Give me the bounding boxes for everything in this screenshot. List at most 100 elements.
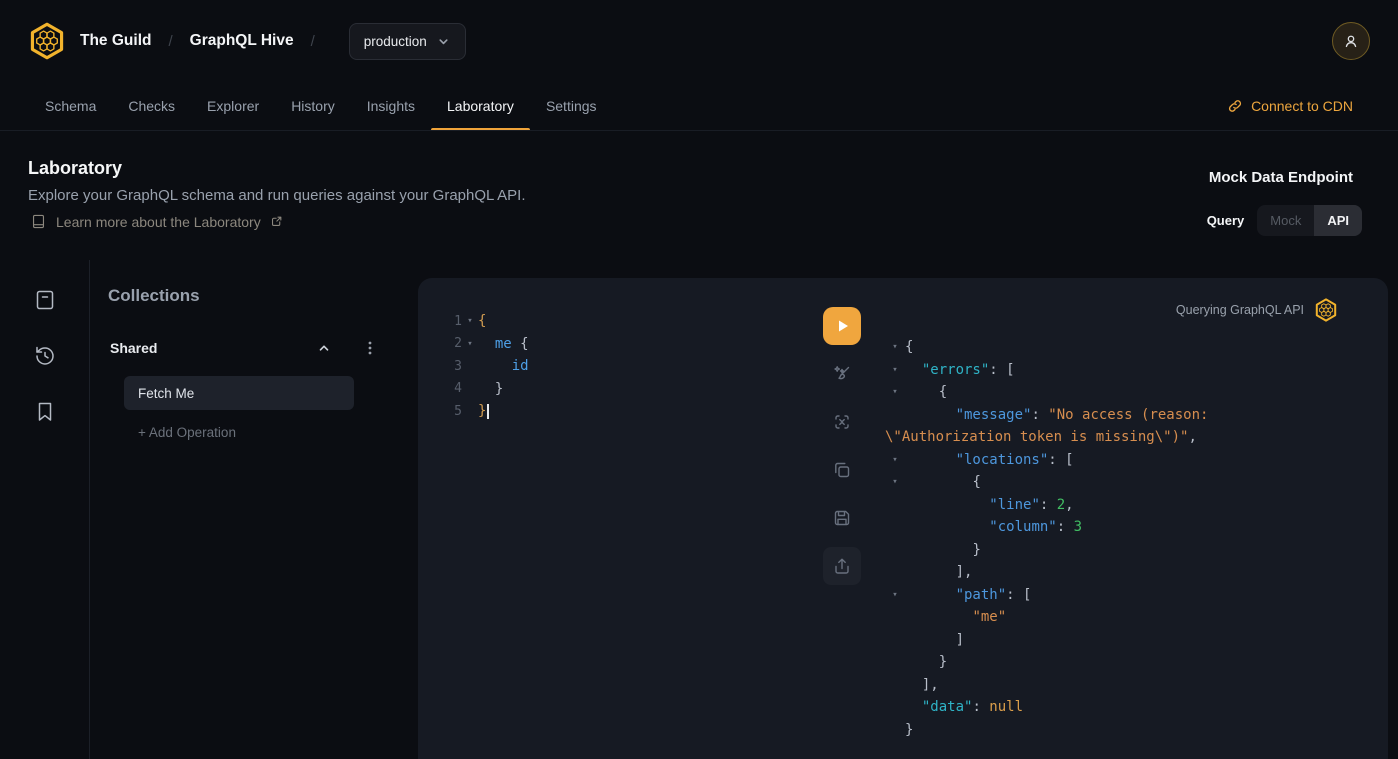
token-plain — [905, 474, 972, 490]
endpoint-option-api[interactable]: API — [1314, 205, 1362, 236]
code-text: "data": null — [905, 699, 1023, 715]
share-button[interactable] — [823, 547, 861, 585]
chevron-up-icon[interactable] — [316, 340, 332, 356]
org-breadcrumb[interactable]: The Guild — [80, 32, 151, 50]
token-punc: : — [1031, 407, 1048, 423]
response-viewer: ▾{▾ "errors": [▾ { "message": "No access… — [873, 278, 1388, 741]
execute-query-button[interactable] — [823, 307, 861, 345]
merge-button[interactable] — [823, 403, 861, 441]
tab-insights[interactable]: Insights — [351, 82, 431, 130]
target-selector-button[interactable]: production — [349, 23, 466, 60]
response-line: ], — [885, 561, 1388, 584]
token-key2: "path" — [956, 587, 1007, 603]
response-line: ] — [885, 629, 1388, 652]
code-text: "column": 3 — [905, 519, 1082, 535]
query-editor[interactable]: 1▾{2▾ me {3 id4 }5} — [418, 278, 818, 759]
bookmark-icon — [33, 400, 57, 424]
tab-explorer[interactable]: Explorer — [191, 82, 275, 130]
project-breadcrumb[interactable]: GraphQL Hive — [190, 32, 294, 50]
breadcrumb-separator: / — [311, 33, 315, 50]
code-text: "message": "No access (reason: — [905, 407, 1208, 423]
fold-arrow-icon[interactable]: ▾ — [885, 590, 905, 600]
avatar[interactable] — [1332, 22, 1370, 60]
response-line: "data": null — [885, 696, 1388, 719]
response-header: Querying GraphQL API — [1176, 298, 1338, 322]
response-pane: Querying GraphQL API ▾{▾ "errors": [▾ { … — [873, 278, 1388, 759]
fold-arrow-icon[interactable]: ▾ — [462, 339, 478, 349]
code-text: { — [905, 339, 913, 355]
learn-more-link[interactable]: Learn more about the Laboratory — [30, 213, 283, 230]
response-line: } — [885, 651, 1388, 674]
tab-settings[interactable]: Settings — [530, 82, 613, 130]
rail-collections-button[interactable] — [33, 288, 57, 312]
token-key1: "data" — [922, 699, 973, 715]
book-icon — [30, 213, 47, 230]
tab-checks[interactable]: Checks — [112, 82, 191, 130]
token-match: } — [478, 403, 486, 419]
rail-bookmarks-button[interactable] — [33, 400, 57, 424]
token-punc: ] — [956, 632, 964, 648]
left-rail — [0, 260, 90, 759]
tab-history[interactable]: History — [275, 82, 351, 130]
response-line: ▾ "path": [ — [885, 584, 1388, 607]
nav-tabs: SchemaChecksExplorerHistoryInsightsLabor… — [0, 82, 1398, 130]
kebab-menu-icon[interactable] — [362, 339, 378, 357]
response-line: "me" — [885, 606, 1388, 629]
token-plain — [905, 632, 956, 648]
collection-item[interactable]: Fetch Me — [124, 376, 354, 410]
code-text: { — [905, 384, 947, 400]
editor-line: 2▾ me { — [418, 333, 818, 356]
token-punc: { — [905, 339, 913, 355]
code-text: { — [478, 313, 486, 329]
line-number: 2 — [418, 336, 462, 351]
prettify-button[interactable] — [823, 355, 861, 393]
editor-line: 5} — [418, 400, 818, 423]
hive-logo-icon — [1314, 298, 1338, 322]
add-operation-button[interactable]: + Add Operation — [138, 425, 236, 440]
fold-arrow-icon[interactable]: ▾ — [885, 455, 905, 465]
editor-toolbar — [823, 307, 861, 585]
token-plain — [905, 587, 956, 603]
token-plain — [905, 699, 922, 715]
target-selector-label: production — [364, 34, 427, 49]
line-number: 3 — [418, 359, 462, 374]
response-line: ▾{ — [885, 336, 1388, 359]
copy-button[interactable] — [823, 451, 861, 489]
graphiql-panel: 1▾{2▾ me {3 id4 }5} — [418, 278, 1388, 759]
code-text: ], — [905, 677, 939, 693]
fold-arrow-icon[interactable]: ▾ — [885, 342, 905, 352]
token-match: { — [478, 313, 486, 329]
response-line: } — [885, 539, 1388, 562]
rail-history-button[interactable] — [33, 344, 57, 368]
page-header: Laboratory Explore your GraphQL schema a… — [0, 131, 1398, 260]
endpoint-mode-label: Query — [1207, 213, 1245, 228]
response-line: ▾ { — [885, 381, 1388, 404]
token-punc: : [ — [989, 362, 1014, 378]
token-key2: "locations" — [956, 452, 1049, 468]
token-plain — [905, 362, 922, 378]
code-text: \"Authorization token is missing\")", — [885, 429, 1197, 445]
fold-arrow-icon[interactable]: ▾ — [885, 477, 905, 487]
fold-arrow-icon[interactable]: ▾ — [885, 387, 905, 397]
token-punc: : [ — [1048, 452, 1073, 468]
token-plain — [905, 384, 939, 400]
code-text: "errors": [ — [905, 362, 1015, 378]
collection-icon — [33, 288, 57, 312]
token-null: null — [989, 699, 1023, 715]
collections-panel: Collections Shared Fetch Me + Add Operat… — [90, 260, 418, 759]
history-icon — [33, 344, 57, 368]
save-button[interactable] — [823, 499, 861, 537]
response-status-label: Querying GraphQL API — [1176, 303, 1304, 317]
query-editor-lines: 1▾{2▾ me {3 id4 }5} — [418, 278, 818, 423]
token-punc: , — [1065, 497, 1073, 513]
hive-logo-icon[interactable] — [28, 22, 66, 60]
tab-laboratory[interactable]: Laboratory — [431, 82, 530, 130]
text-cursor — [487, 404, 489, 419]
connect-to-cdn-button[interactable]: Connect to CDN — [1227, 82, 1353, 130]
code-text: { — [905, 474, 981, 490]
fold-arrow-icon[interactable]: ▾ — [462, 316, 478, 326]
tab-schema[interactable]: Schema — [29, 82, 112, 130]
endpoint-option-mock[interactable]: Mock — [1257, 205, 1314, 236]
fold-arrow-icon[interactable]: ▾ — [885, 365, 905, 375]
token-plain — [478, 381, 495, 397]
